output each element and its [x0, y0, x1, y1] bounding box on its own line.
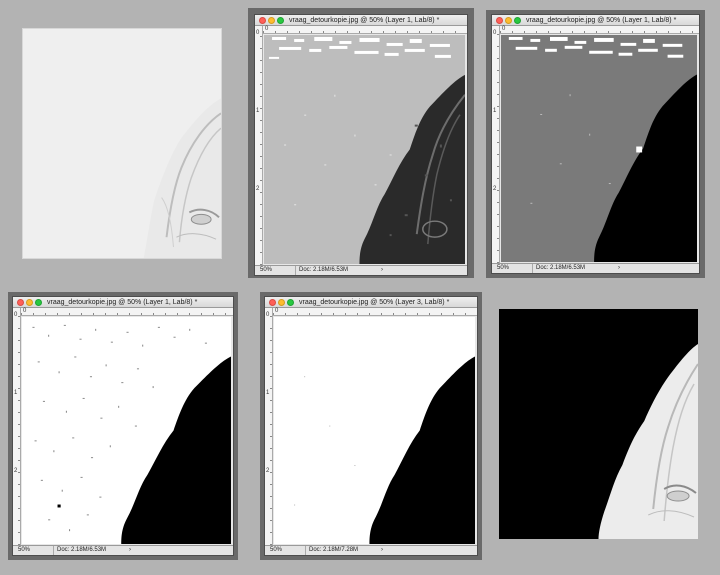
ruler-label: 0 [266, 312, 270, 318]
window-titlebar[interactable]: vraag_detourkopie.jpg @ 50% (Layer 1, La… [255, 15, 467, 26]
ruler-label: 0 [23, 308, 27, 314]
minimize-icon[interactable] [278, 299, 285, 306]
ruler-label: 2 [14, 468, 18, 474]
status-bar: 50% Doc: 2.18M/7.28M › [265, 545, 477, 555]
document-window-top-right[interactable]: vraag_detourkopie.jpg @ 50% (Layer 1, La… [491, 14, 700, 274]
ruler-label: 1 [266, 390, 270, 396]
ruler-label: 0 [256, 30, 260, 36]
ruler-label: 1 [256, 108, 260, 114]
ruler-label: 0 [265, 26, 269, 32]
ruler-label: 2 [493, 186, 497, 192]
document-canvas[interactable] [22, 317, 231, 544]
window-title: vraag_detourkopie.jpg @ 50% (Layer 3, La… [299, 299, 450, 306]
zoom-level[interactable]: 50% [270, 546, 282, 555]
document-canvas[interactable] [274, 317, 475, 544]
zoom-level[interactable]: 50% [497, 264, 509, 273]
minimize-icon[interactable] [26, 299, 33, 306]
zoom-level[interactable]: 50% [260, 266, 272, 275]
document-size-info: Doc: 2.18M/6.53M [295, 266, 348, 275]
zoom-level[interactable]: 50% [18, 546, 30, 555]
document-size-info: Doc: 2.18M/7.28M [305, 546, 358, 555]
document-window-bottom-middle[interactable]: vraag_detourkopie.jpg @ 50% (Layer 3, La… [264, 296, 478, 556]
minimize-icon[interactable] [505, 17, 512, 24]
document-window-top-middle[interactable]: vraag_detourkopie.jpg @ 50% (Layer 1, La… [254, 14, 468, 276]
status-menu-arrow-icon[interactable]: › [381, 546, 383, 555]
ruler-label: 2 [266, 468, 270, 474]
window-title: vraag_detourkopie.jpg @ 50% (Layer 1, La… [526, 17, 677, 24]
ruler-label: 0 [502, 26, 506, 32]
window-title: vraag_detourkopie.jpg @ 50% (Layer 1, La… [47, 299, 198, 306]
ruler-label: 0 [275, 308, 279, 314]
original-sketch-image [22, 28, 222, 259]
document-canvas[interactable] [264, 35, 465, 264]
status-menu-arrow-icon[interactable]: › [129, 546, 131, 555]
horizontal-ruler[interactable]: 0 [500, 26, 699, 34]
document-canvas[interactable] [501, 35, 697, 262]
document-size-info: Doc: 2.18M/6.53M [53, 546, 106, 555]
status-bar: 50% Doc: 2.18M/6.53M › [13, 545, 233, 555]
status-bar: 50% Doc: 2.18M/6.53M › [255, 265, 467, 275]
window-titlebar[interactable]: vraag_detourkopie.jpg @ 50% (Layer 1, La… [492, 15, 699, 26]
status-menu-arrow-icon[interactable]: › [618, 264, 620, 273]
document-window-bottom-left[interactable]: vraag_detourkopie.jpg @ 50% (Layer 1, La… [12, 296, 234, 556]
vertical-ruler[interactable]: 0 1 2 [255, 26, 263, 265]
zoom-icon[interactable] [277, 17, 284, 24]
close-icon[interactable] [496, 17, 503, 24]
result-masked-image [499, 309, 698, 539]
close-icon[interactable] [17, 299, 24, 306]
horizontal-ruler[interactable]: 0 [273, 308, 477, 316]
close-icon[interactable] [259, 17, 266, 24]
status-menu-arrow-icon[interactable]: › [381, 266, 383, 275]
vertical-ruler[interactable]: 0 1 2 [492, 26, 500, 263]
horizontal-ruler[interactable]: 0 [263, 26, 467, 34]
zoom-icon[interactable] [514, 17, 521, 24]
ruler-label: 0 [14, 312, 18, 318]
ruler-label: 2 [256, 186, 260, 192]
window-title: vraag_detourkopie.jpg @ 50% (Layer 1, La… [289, 17, 440, 24]
vertical-ruler[interactable]: 0 1 2 [265, 308, 273, 545]
horizontal-ruler[interactable]: 0 [21, 308, 233, 316]
status-bar: 50% Doc: 2.18M/6.53M › [492, 263, 699, 273]
close-icon[interactable] [269, 299, 276, 306]
ruler-label: 0 [493, 30, 497, 36]
zoom-icon[interactable] [287, 299, 294, 306]
ruler-label: 1 [493, 108, 497, 114]
document-size-info: Doc: 2.18M/6.53M [532, 264, 585, 273]
minimize-icon[interactable] [268, 17, 275, 24]
ruler-label: 1 [14, 390, 18, 396]
window-titlebar[interactable]: vraag_detourkopie.jpg @ 50% (Layer 1, La… [13, 297, 233, 308]
window-titlebar[interactable]: vraag_detourkopie.jpg @ 50% (Layer 3, La… [265, 297, 477, 308]
zoom-icon[interactable] [35, 299, 42, 306]
vertical-ruler[interactable]: 0 1 2 [13, 308, 21, 545]
